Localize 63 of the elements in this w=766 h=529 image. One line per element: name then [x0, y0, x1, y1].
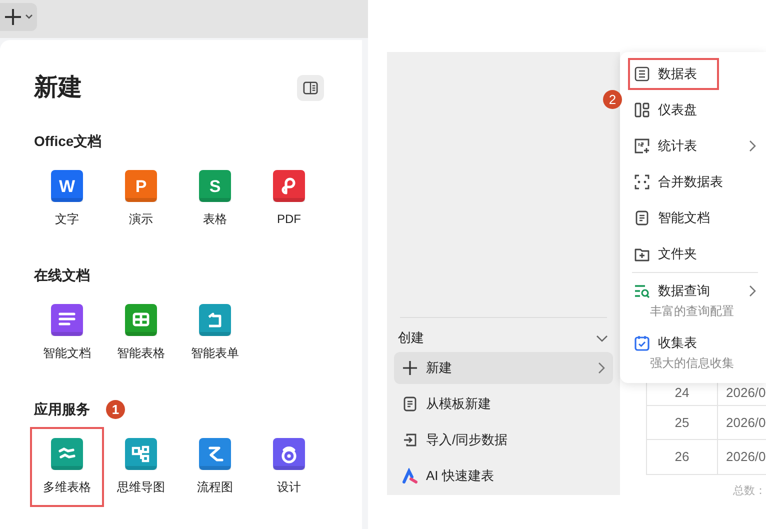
- new-tab-button[interactable]: [0, 3, 37, 31]
- panel-icon: [303, 81, 318, 95]
- app-tile-icon: [51, 438, 83, 470]
- app-item[interactable]: PDF: [252, 159, 326, 239]
- sidebar-item[interactable]: 从模板新建: [394, 388, 613, 420]
- sidebar-item[interactable]: AI 快速建表: [394, 460, 613, 492]
- template-icon: [402, 396, 418, 412]
- panel-title: 新建: [34, 73, 82, 103]
- menu-item[interactable]: 统计表: [628, 130, 719, 162]
- menu-item-description: 强大的信息收集: [649, 355, 735, 371]
- app-tile-icon: S: [199, 170, 231, 202]
- app-item[interactable]: P 演示: [104, 159, 178, 239]
- app-item[interactable]: 流程图: [178, 427, 252, 507]
- query-icon: [634, 283, 650, 299]
- app-tile-icon: [199, 304, 231, 336]
- doc-icon: [634, 210, 650, 226]
- section-heading: 在线文档: [34, 266, 90, 285]
- table-cell: 25: [647, 406, 718, 439]
- folder-icon: [634, 246, 650, 262]
- table-cell-text: 2026/0: [725, 384, 766, 402]
- section-heading: 应用服务: [34, 400, 90, 419]
- app-item[interactable]: 思维导图: [104, 427, 178, 507]
- app-tile-icon: [199, 438, 231, 470]
- dashboard-icon: [634, 102, 650, 118]
- chart-icon: [634, 138, 650, 154]
- app-tile-icon: [51, 304, 83, 336]
- table-cell-text: 2026/0: [725, 448, 766, 466]
- app-item[interactable]: 智能表格: [104, 293, 178, 373]
- app-tile-icon: [273, 438, 305, 470]
- app-item[interactable]: 智能表单: [178, 293, 252, 373]
- app-tile-icon: [273, 170, 305, 202]
- sidebar-item[interactable]: 导入/同步数据: [394, 424, 613, 456]
- menu-item[interactable]: 数据表: [628, 58, 719, 90]
- total-count-label: 总数：: [732, 484, 766, 498]
- sidebar-item[interactable]: 新建: [394, 352, 613, 384]
- app-tile-icon: [125, 438, 157, 470]
- table-cell: 26: [647, 440, 718, 474]
- app-item[interactable]: 多维表格: [30, 427, 104, 507]
- menu-item[interactable]: 仪表盘: [628, 94, 719, 126]
- plus-icon: [402, 360, 418, 376]
- step-marker: 1: [106, 400, 125, 418]
- sidebar-toggle-button[interactable]: [297, 75, 324, 101]
- plus-icon: [3, 7, 23, 27]
- menu-item[interactable]: 智能文档: [628, 202, 732, 234]
- app-item[interactable]: 智能文档: [30, 293, 104, 373]
- menu-item[interactable]: 文件夹: [628, 238, 719, 270]
- app-item[interactable]: S 表格: [178, 159, 252, 239]
- table-cell-text: 2026/0: [725, 414, 766, 432]
- app-item[interactable]: 设计: [252, 427, 326, 507]
- form-icon: [634, 335, 650, 351]
- table-icon: [634, 66, 650, 82]
- menu-item-description: 丰富的查询配置: [649, 303, 735, 319]
- merge-icon: [634, 174, 650, 190]
- menu-item[interactable]: 合并数据表: [628, 166, 745, 198]
- table-cell: 24: [647, 383, 718, 404]
- section-label: 创建: [398, 329, 424, 348]
- import-icon: [402, 432, 418, 448]
- app-tile-icon: P: [125, 170, 157, 202]
- ai-icon: [402, 468, 418, 484]
- app-item[interactable]: W 文字: [30, 159, 104, 239]
- app-tile-icon: W: [51, 170, 83, 202]
- app-tile-icon: [125, 304, 157, 336]
- section-heading: Office文档: [34, 132, 102, 151]
